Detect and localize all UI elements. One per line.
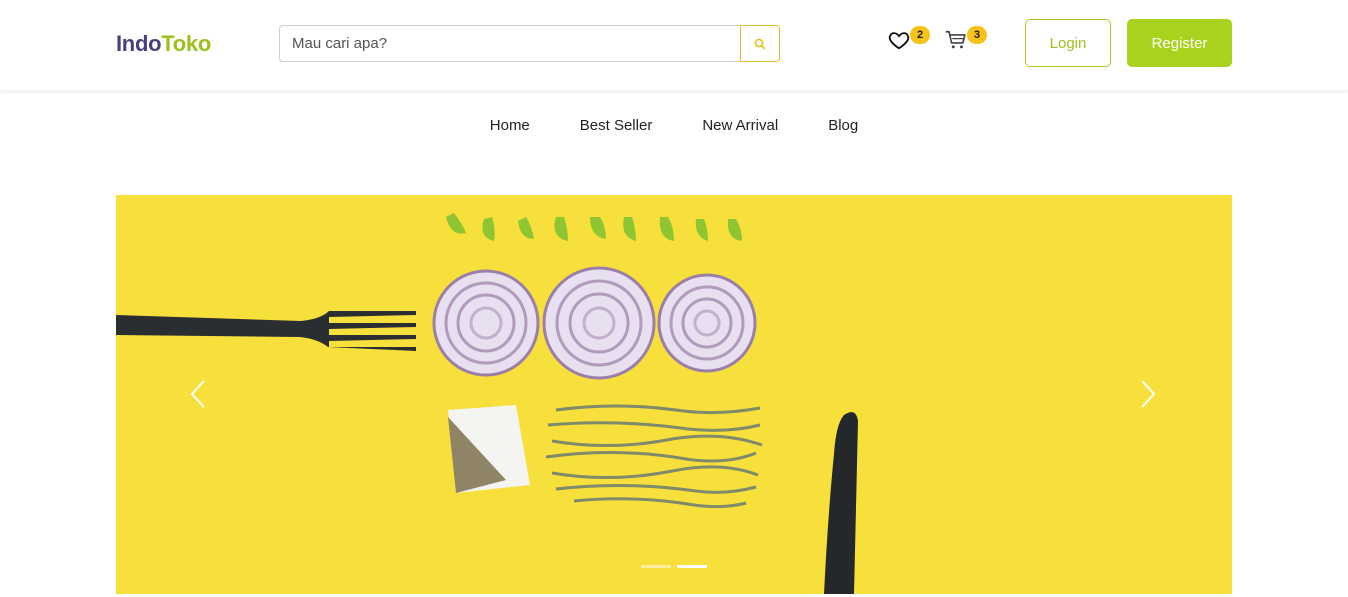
carousel-dot-2[interactable]	[677, 565, 707, 568]
cart-count-badge: 3	[967, 26, 987, 44]
search-button[interactable]	[740, 25, 780, 62]
carousel-indicators	[641, 565, 707, 568]
wishlist-count-badge: 2	[910, 26, 930, 44]
top-header: IndoToko 2 3 Login Register	[0, 0, 1348, 91]
hero-food-image	[116, 213, 858, 594]
nav-item-home[interactable]: Home	[490, 117, 530, 134]
brand-logo[interactable]: IndoToko	[116, 31, 211, 57]
search-bar	[279, 25, 780, 62]
brand-logo-part2: Toko	[161, 31, 211, 56]
carousel-prev-button[interactable]	[186, 377, 210, 411]
chevron-right-icon	[1141, 380, 1156, 408]
login-button[interactable]: Login	[1025, 19, 1111, 67]
nav-item-best-seller[interactable]: Best Seller	[580, 117, 653, 134]
search-icon	[754, 38, 766, 49]
carousel-next-button[interactable]	[1136, 377, 1160, 411]
heart-icon	[888, 32, 910, 50]
main-nav: Home Best Seller New Arrival Blog	[0, 117, 1348, 134]
brand-logo-part1: Indo	[116, 31, 162, 56]
register-button[interactable]: Register	[1127, 19, 1232, 67]
nav-item-blog[interactable]: Blog	[828, 117, 858, 134]
cart-button[interactable]: 3	[945, 26, 987, 53]
cart-icon	[945, 30, 966, 49]
wishlist-button[interactable]: 2	[888, 26, 930, 53]
hero-carousel	[116, 195, 1232, 594]
nav-item-new-arrival[interactable]: New Arrival	[702, 117, 778, 134]
carousel-dot-1[interactable]	[641, 565, 671, 568]
chevron-left-icon	[190, 380, 205, 408]
search-input[interactable]	[279, 25, 740, 62]
